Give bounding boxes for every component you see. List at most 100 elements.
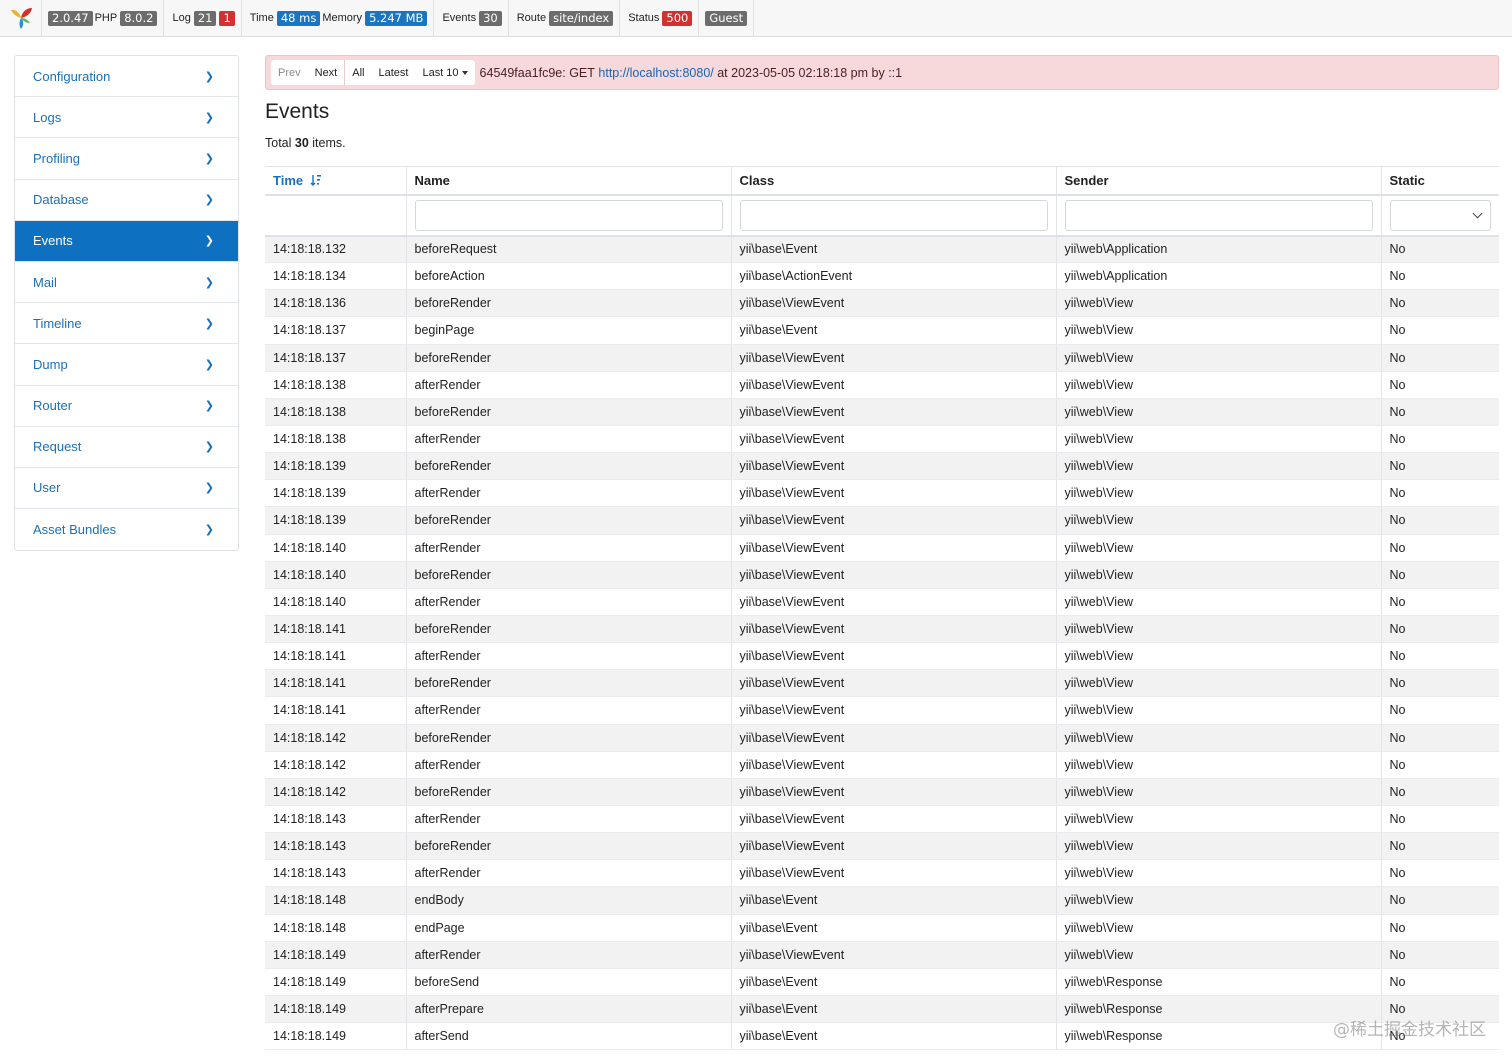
table-row: 14:18:18.142 beforeRender yii\base\ViewEve…	[265, 724, 1499, 752]
cell-time: 14:18:18.143	[265, 832, 406, 861]
cell-time: 14:18:18.142	[265, 778, 406, 806]
cell-sender: yii\web\View	[1055, 724, 1381, 752]
events-count-badge: 30	[479, 10, 502, 26]
cell-sender: yii\web\View	[1055, 452, 1381, 481]
cell-sender: yii\web\View	[1055, 506, 1381, 535]
cell-class: yii\base\ViewEvent	[730, 452, 1056, 481]
last10-dropdown[interactable]: Last 10	[415, 60, 474, 85]
cell-static: No	[1380, 751, 1499, 779]
cell-sender: yii\web\View	[1055, 344, 1381, 372]
toolbar-user[interactable]: Guest	[699, 0, 755, 37]
chevron-right-icon: ❯	[204, 276, 214, 289]
sidebar-item-label: Database	[33, 192, 89, 208]
cell-time: 14:18:18.149	[265, 941, 406, 969]
cell-sender: yii\web\View	[1055, 588, 1381, 616]
cell-name: beforeRequest	[405, 235, 731, 264]
cell-name: afterRender	[405, 859, 731, 888]
cell-class: yii\base\ViewEvent	[730, 534, 1056, 562]
sidebar-item-label: Dump	[33, 356, 68, 372]
column-header-sender[interactable]: Sender	[1055, 166, 1381, 196]
sidebar-item-router[interactable]: Router ❯	[15, 386, 238, 427]
sidebar-item-user[interactable]: User ❯	[15, 468, 238, 510]
chevron-right-icon: ❯	[204, 194, 214, 207]
status-label: Status	[628, 12, 660, 24]
cell-name: beforeRender	[405, 724, 731, 752]
cell-static: No	[1380, 425, 1499, 454]
name-filter-input[interactable]	[414, 199, 723, 231]
toolbar-events[interactable]: Events 30	[434, 0, 509, 37]
cell-name: endBody	[405, 886, 731, 915]
cell-name: afterRender	[405, 371, 731, 399]
cell-class: yii\base\ViewEvent	[730, 561, 1056, 589]
cell-time: 14:18:18.141	[265, 696, 406, 725]
sidebar-item-asset-bundles[interactable]: Asset Bundles ❯	[15, 509, 238, 550]
cell-time: 14:18:18.142	[265, 751, 406, 779]
toolbar-status[interactable]: Status 500	[620, 0, 700, 37]
cell-time: 14:18:18.149	[265, 968, 406, 996]
sidebar-item-label: Profiling	[33, 150, 80, 166]
log-error-badge: 1	[219, 10, 235, 26]
column-header-class[interactable]: Class	[730, 166, 1056, 196]
latest-button[interactable]: Latest	[371, 60, 415, 85]
yii-logo-icon[interactable]	[0, 0, 42, 37]
cell-sender: yii\web\Response	[1055, 968, 1381, 996]
version-badge: 2.0.47	[48, 10, 93, 26]
sidebar-item-request[interactable]: Request ❯	[15, 427, 238, 468]
panel-sidebar: Configuration ❯ Logs ❯ Profiling ❯ Database…	[14, 55, 239, 552]
class-filter-input[interactable]	[739, 199, 1048, 231]
cell-name: beforeRender	[405, 452, 731, 481]
cell-class: yii\base\Event	[730, 995, 1056, 1024]
sidebar-item-database[interactable]: Database ❯	[15, 180, 238, 221]
column-header-name[interactable]: Name	[405, 166, 731, 196]
column-header-time[interactable]: Time	[265, 166, 406, 196]
sidebar-item-mail[interactable]: Mail ❯	[15, 262, 238, 304]
cell-time: 14:18:18.134	[265, 262, 406, 291]
all-button[interactable]: All	[345, 60, 371, 85]
sidebar-item-events[interactable]: Events ❯	[15, 220, 238, 262]
sidebar-item-dump[interactable]: Dump ❯	[15, 344, 238, 386]
toolbar-route[interactable]: Route site/index	[509, 0, 621, 37]
chevron-right-icon: ❯	[204, 235, 214, 248]
sidebar-item-profiling[interactable]: Profiling ❯	[15, 138, 238, 180]
chevron-right-icon: ❯	[204, 482, 214, 495]
cell-name: beforeRender	[405, 506, 731, 535]
route-label: Route	[516, 12, 547, 24]
cell-name: beforeRender	[405, 832, 731, 861]
chevron-right-icon: ❯	[204, 441, 214, 454]
cell-name: beforeRender	[405, 561, 731, 589]
cell-static: No	[1380, 534, 1499, 562]
static-filter-select[interactable]	[1389, 199, 1491, 231]
cell-sender: yii\web\View	[1055, 832, 1381, 861]
cell-static: No	[1380, 398, 1499, 426]
sidebar-item-logs[interactable]: Logs ❯	[15, 97, 238, 139]
toolbar-time-memory[interactable]: Time 48 ms Memory 5.247 MB	[242, 0, 435, 37]
chevron-right-icon: ❯	[204, 400, 214, 413]
cell-name: afterRender	[405, 479, 731, 508]
sidebar-item-label: Router	[33, 398, 73, 414]
cell-class: yii\base\ViewEvent	[730, 941, 1056, 969]
toolbar-version[interactable]: 2.0.47 PHP 8.0.2	[42, 0, 165, 37]
cell-sender: yii\web\View	[1055, 778, 1381, 806]
cell-time: 14:18:18.141	[265, 615, 406, 644]
sidebar-item-timeline[interactable]: Timeline ❯	[15, 303, 238, 345]
cell-sender: yii\web\View	[1055, 751, 1381, 779]
table-row: 14:18:18.140 afterRender yii\base\ViewEven…	[265, 588, 1499, 616]
log-count-badge: 21	[193, 10, 217, 26]
debug-toolbar: 2.0.47 PHP 8.0.2 Log 21 1 Time 48 ms Mem…	[0, 0, 1512, 37]
next-button[interactable]: Next	[308, 60, 345, 85]
cell-class: yii\base\ViewEvent	[730, 751, 1056, 779]
cell-sender: yii\web\View	[1055, 615, 1381, 644]
sender-filter-input[interactable]	[1064, 199, 1373, 231]
request-url-link[interactable]: http://localhost:8080/	[598, 66, 713, 80]
total-suffix: items.	[312, 136, 346, 150]
cell-class: yii\base\ActionEvent	[730, 262, 1056, 291]
cell-name: afterSend	[405, 1022, 731, 1051]
sidebar-item-configuration[interactable]: Configuration ❯	[15, 56, 238, 98]
request-summary: Prev Next All Latest Last 10 64549faa1fc…	[265, 55, 1499, 90]
filter-cell-sender	[1055, 194, 1381, 237]
prev-button[interactable]: Prev	[271, 60, 308, 85]
cell-static: No	[1380, 859, 1499, 888]
column-header-static[interactable]: Static	[1380, 166, 1499, 196]
cell-sender: yii\web\View	[1055, 941, 1381, 969]
toolbar-log[interactable]: Log 21 1	[164, 0, 242, 37]
